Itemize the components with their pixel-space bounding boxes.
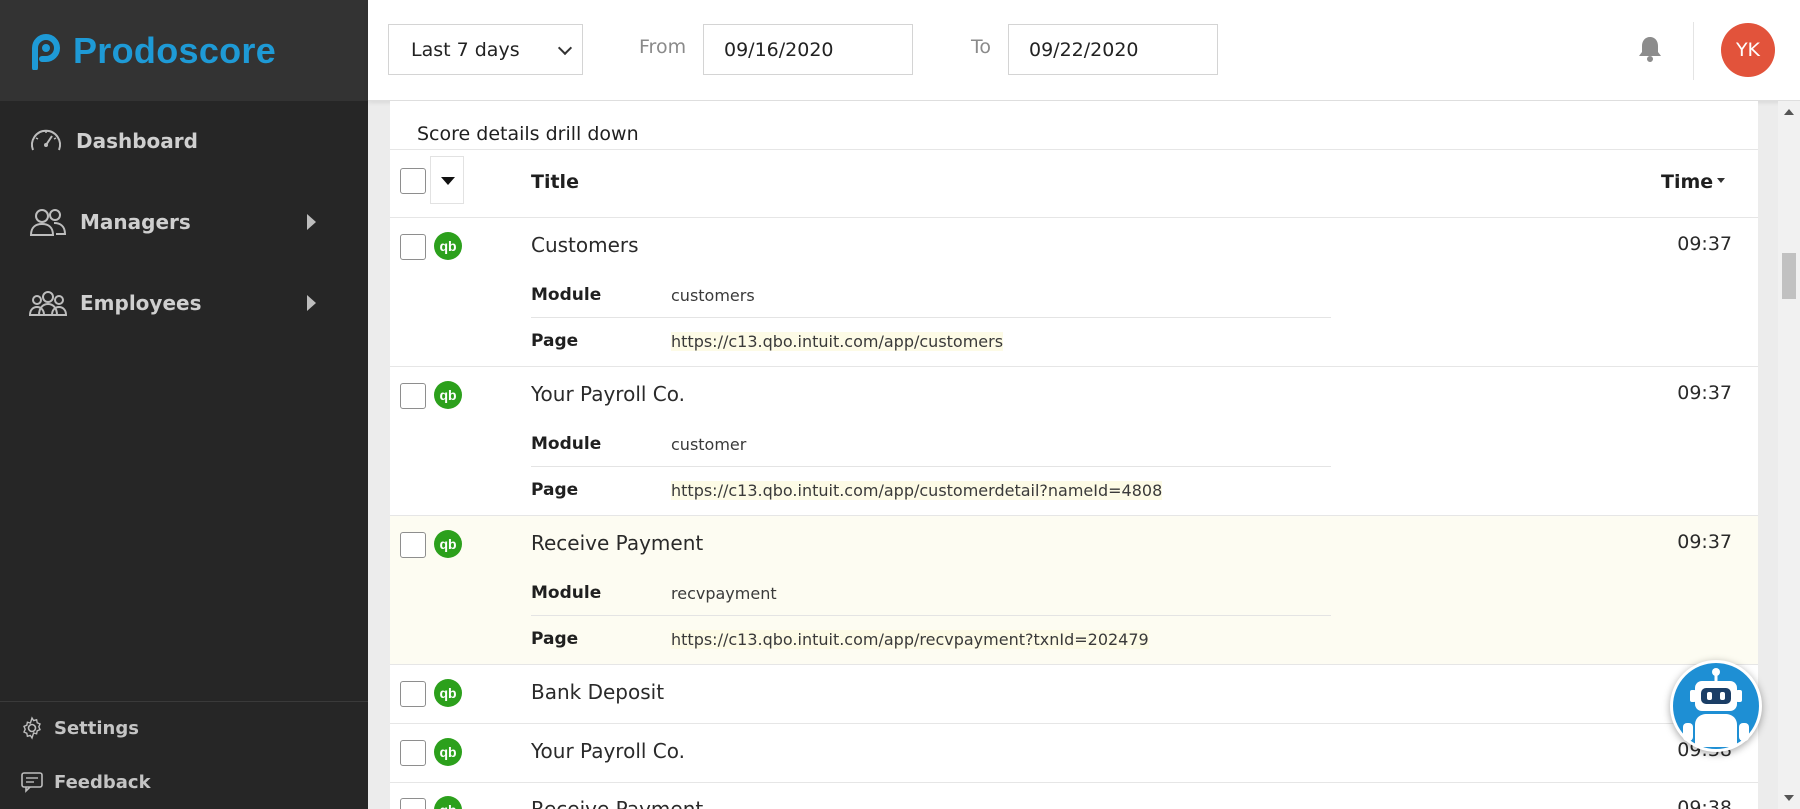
divider xyxy=(390,149,1758,150)
to-date-input[interactable]: 09/22/2020 xyxy=(1008,24,1218,75)
chevron-right-icon xyxy=(307,295,316,311)
module-key: Module xyxy=(531,285,602,305)
row-time: 09:37 xyxy=(1677,531,1732,553)
bulk-action-dropdown[interactable] xyxy=(430,156,464,204)
row-checkbox[interactable] xyxy=(400,740,426,766)
divider xyxy=(531,615,1331,616)
row-time: 09:37 xyxy=(1677,382,1732,404)
module-value: customers xyxy=(671,286,755,305)
speedometer-icon xyxy=(31,129,61,151)
sidebar-item-label: Settings xyxy=(54,717,139,739)
row-time: 09:37 xyxy=(1677,233,1732,255)
divider xyxy=(531,466,1331,467)
quickbooks-icon: qb xyxy=(434,738,462,766)
module-value: customer xyxy=(671,435,747,454)
to-label: To xyxy=(971,36,992,58)
select-all-checkbox[interactable] xyxy=(400,168,426,194)
module-value: recvpayment xyxy=(671,584,777,603)
page-key: Page xyxy=(531,331,579,351)
quickbooks-icon: qb xyxy=(434,232,462,260)
sidebar-item-label: Employees xyxy=(80,291,202,315)
chevron-down-icon xyxy=(557,40,573,56)
sidebar-item-settings[interactable]: Settings xyxy=(0,706,368,750)
avatar[interactable]: YK xyxy=(1721,23,1775,77)
row-title[interactable]: Receive Payment xyxy=(531,797,703,809)
date-range-value: Last 7 days xyxy=(411,38,520,61)
row-checkbox[interactable] xyxy=(400,532,426,558)
page-url[interactable]: https://c13.qbo.intuit.com/app/customers xyxy=(671,332,1004,351)
robot-icon xyxy=(1683,668,1749,747)
quickbooks-icon: qb xyxy=(434,381,462,409)
module-key: Module xyxy=(531,583,602,603)
row-checkbox[interactable] xyxy=(400,681,426,707)
divider xyxy=(390,723,1758,724)
score-details-card: Score details drill down Title Time qb C… xyxy=(390,101,1758,809)
module-key: Module xyxy=(531,434,602,454)
header-divider xyxy=(1693,22,1694,80)
divider xyxy=(390,366,1758,367)
column-header-title[interactable]: Title xyxy=(531,171,579,193)
logo[interactable]: Prodoscore xyxy=(0,0,368,101)
page-url[interactable]: https://c13.qbo.intuit.com/app/recvpayme… xyxy=(671,630,1149,649)
sidebar-item-dashboard[interactable]: Dashboard xyxy=(0,111,368,171)
divider xyxy=(531,317,1331,318)
sidebar-item-label: Managers xyxy=(80,210,191,234)
date-range-select[interactable]: Last 7 days xyxy=(388,24,583,75)
sidebar-item-label: Dashboard xyxy=(76,129,198,153)
divider xyxy=(390,782,1758,783)
page-title: Score details drill down xyxy=(417,123,639,145)
managers-icon xyxy=(29,209,67,236)
chatbot-button[interactable] xyxy=(1670,660,1762,752)
row-time: 09:38 xyxy=(1677,797,1732,809)
top-header: Last 7 days From 09/16/2020 To 09/22/202… xyxy=(368,0,1800,101)
vertical-scrollbar[interactable] xyxy=(1778,101,1800,809)
page-key: Page xyxy=(531,480,579,500)
row-checkbox[interactable] xyxy=(400,383,426,409)
scroll-up-arrow-icon[interactable] xyxy=(1784,109,1794,115)
sidebar: Prodoscore Dashboard Managers Employees … xyxy=(0,0,368,809)
table-row-highlighted: qb Receive Payment 09:37 Module recvpaym… xyxy=(390,516,1758,664)
from-label: From xyxy=(639,36,687,58)
row-title[interactable]: Receive Payment xyxy=(531,531,703,555)
row-title[interactable]: Bank Deposit xyxy=(531,680,664,704)
row-title[interactable]: Your Payroll Co. xyxy=(531,382,685,406)
prodoscore-logo-icon xyxy=(32,33,60,70)
scroll-down-arrow-icon[interactable] xyxy=(1784,795,1794,801)
divider xyxy=(390,664,1758,665)
employees-icon xyxy=(28,291,68,316)
row-title[interactable]: Your Payroll Co. xyxy=(531,739,685,763)
page-key: Page xyxy=(531,629,579,649)
row-checkbox[interactable] xyxy=(400,798,426,809)
from-date-input[interactable]: 09/16/2020 xyxy=(703,24,913,75)
feedback-icon xyxy=(21,772,43,793)
sort-desc-icon[interactable] xyxy=(1717,178,1725,183)
sidebar-item-label: Feedback xyxy=(54,771,151,793)
brand-name: Prodoscore xyxy=(73,29,277,71)
row-title[interactable]: Customers xyxy=(531,233,639,257)
row-checkbox[interactable] xyxy=(400,234,426,260)
sidebar-item-managers[interactable]: Managers xyxy=(0,192,368,252)
page-url[interactable]: https://c13.qbo.intuit.com/app/customerd… xyxy=(671,481,1163,500)
sidebar-item-employees[interactable]: Employees xyxy=(0,273,368,333)
sidebar-item-feedback[interactable]: Feedback xyxy=(0,760,368,804)
bell-icon[interactable] xyxy=(1636,34,1664,64)
chevron-right-icon xyxy=(307,214,316,230)
column-header-time[interactable]: Time xyxy=(1661,171,1713,193)
scrollbar-thumb[interactable] xyxy=(1782,253,1796,299)
quickbooks-icon: qb xyxy=(434,530,462,558)
quickbooks-icon: qb xyxy=(434,796,462,809)
divider xyxy=(390,217,1758,218)
gear-icon xyxy=(23,716,41,740)
quickbooks-icon: qb xyxy=(434,679,462,707)
sidebar-divider xyxy=(0,701,368,702)
